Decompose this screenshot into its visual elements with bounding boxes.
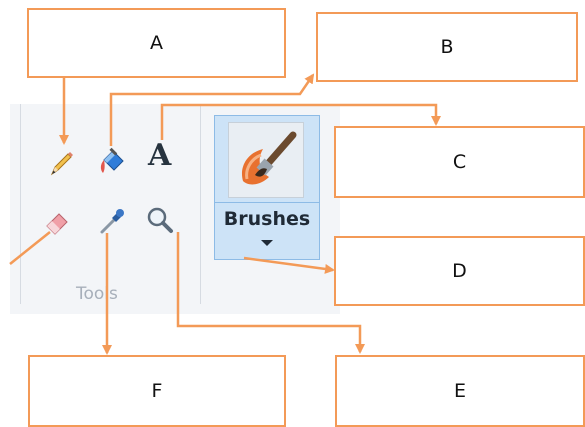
label-e-text: E	[453, 380, 466, 402]
label-box-f: F	[28, 355, 286, 427]
ribbon-separator-left	[20, 104, 21, 304]
tools-group-caption: Tools	[76, 284, 118, 304]
brushes-button-top[interactable]	[215, 116, 319, 203]
brushes-button[interactable]: Brushes	[214, 115, 320, 260]
brushes-label[interactable]: Brushes	[215, 208, 319, 230]
label-c-text: C	[452, 151, 467, 173]
pencil-icon	[50, 152, 73, 176]
label-d-text: D	[452, 260, 467, 282]
eraser-icon	[46, 213, 68, 235]
color-picker-icon	[100, 209, 124, 234]
color-picker-tool[interactable]	[94, 205, 128, 239]
text-tool[interactable]: A	[148, 141, 171, 171]
label-box-b: B	[316, 12, 578, 82]
brushes-icon	[228, 122, 304, 198]
label-box-e: E	[335, 355, 585, 427]
label-box-d: D	[334, 236, 585, 306]
eraser-tool[interactable]	[40, 205, 74, 239]
label-a-text: A	[150, 32, 163, 54]
label-f-text: F	[151, 380, 163, 402]
fill-with-color-tool[interactable]	[95, 145, 129, 179]
ribbon-separator-middle	[200, 104, 201, 304]
chevron-down-icon[interactable]	[261, 240, 273, 246]
text-tool-glyph: A	[148, 138, 172, 173]
magnifier-tool[interactable]	[143, 204, 177, 238]
label-box-c: C	[334, 126, 585, 198]
fill-with-color-icon	[100, 147, 124, 173]
magnifier-icon	[147, 207, 173, 233]
label-box-a: A	[27, 8, 286, 78]
pencil-tool[interactable]	[44, 147, 78, 181]
label-b-text: B	[440, 36, 454, 58]
